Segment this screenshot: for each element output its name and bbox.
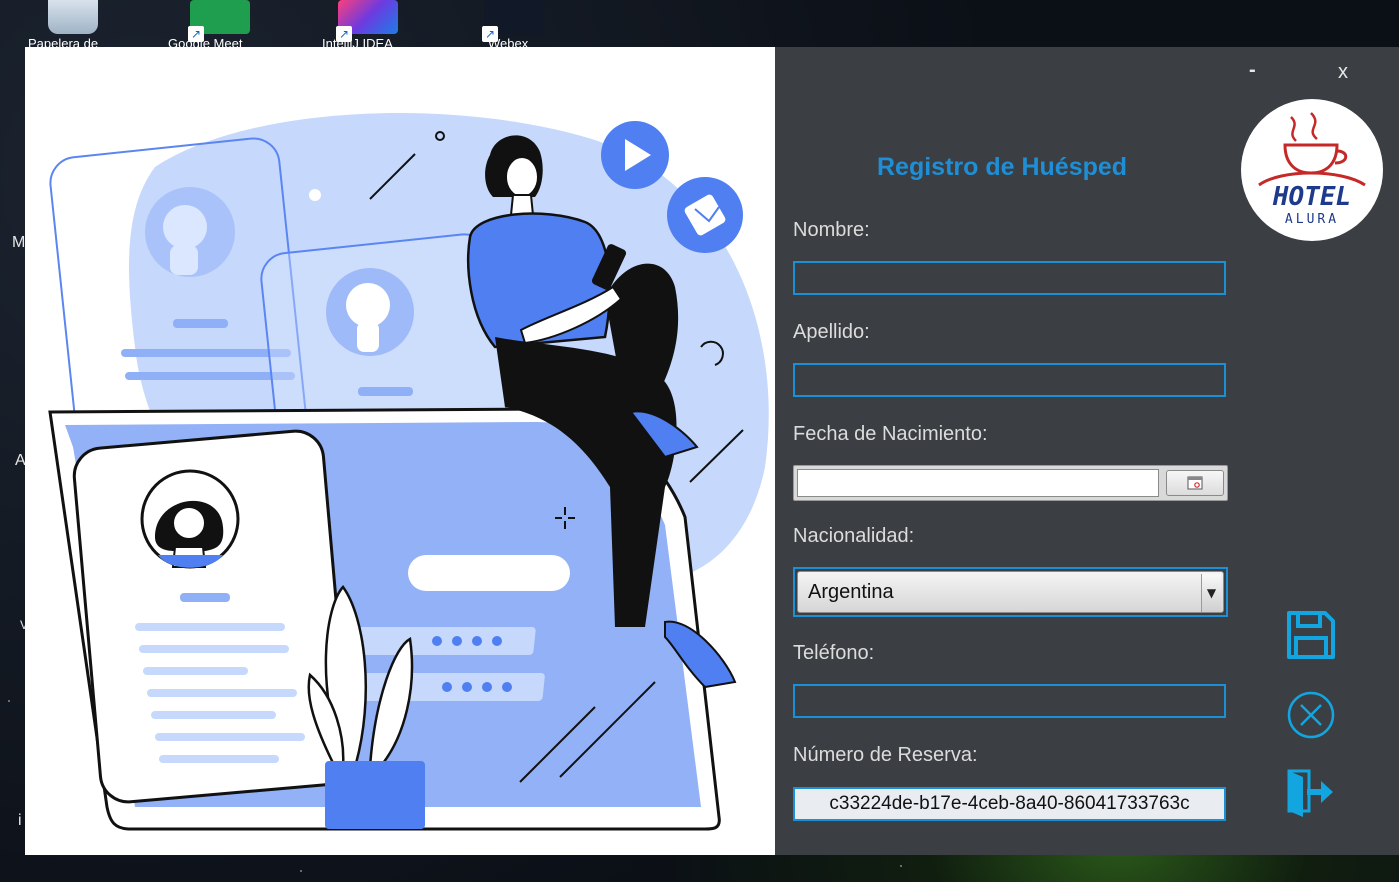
intellij-icon[interactable]: ↗ (336, 0, 398, 42)
nacionalidad-label: Nacionalidad: (793, 525, 915, 547)
cancel-button[interactable] (1286, 690, 1336, 744)
desktop-edge-label: i (18, 812, 22, 829)
fecha-nacimiento-label: Fecha de Nacimiento: (793, 423, 988, 445)
fecha-nacimiento-picker (793, 465, 1228, 501)
nombre-label: Nombre: (793, 219, 870, 241)
logo-subtext: ALURA (1285, 212, 1339, 227)
calendar-button[interactable] (1166, 470, 1224, 496)
desktop-edge-label: M (12, 234, 26, 251)
numero-reserva-field[interactable]: c33224de-b17e-4ceb-8a40-86041733763c (793, 787, 1226, 821)
google-meet-icon[interactable]: ↗ (188, 0, 250, 42)
logo-text: HOTEL (1272, 182, 1351, 212)
form-panel: - x HOTEL ALURA Registro de Huésped Nomb… (775, 47, 1399, 855)
nombre-input[interactable] (793, 261, 1226, 295)
minimize-button[interactable]: - (1249, 59, 1256, 82)
cancel-icon (1287, 691, 1335, 739)
close-window-button[interactable]: x (1338, 61, 1348, 84)
apellido-input[interactable] (793, 363, 1226, 397)
exit-button[interactable] (1285, 767, 1337, 823)
registration-illustration (48, 113, 769, 831)
registro-huesped-window: - x HOTEL ALURA Registro de Huésped Nomb… (25, 47, 1399, 855)
dropdown-arrow-icon[interactable]: ▼ (1201, 574, 1221, 612)
telefono-input[interactable] (793, 684, 1226, 718)
nacionalidad-value: Argentina (808, 581, 894, 603)
webex-icon[interactable]: ↗ (482, 0, 544, 42)
numero-reserva-label: Número de Reserva: (793, 744, 978, 766)
fecha-nacimiento-input[interactable] (797, 469, 1159, 497)
save-button[interactable] (1285, 609, 1337, 665)
calendar-icon (1187, 476, 1203, 490)
hotel-alura-logo: HOTEL ALURA (1241, 99, 1383, 241)
coffee-cup-icon: HOTEL ALURA (1258, 112, 1366, 227)
illustration-panel (25, 47, 775, 855)
save-icon (1287, 611, 1335, 659)
recycle-bin-icon[interactable] (48, 0, 98, 34)
telefono-label: Teléfono: (793, 642, 875, 664)
exit-door-icon (1287, 769, 1333, 817)
nacionalidad-select[interactable]: Argentina ▼ (793, 567, 1228, 617)
apellido-label: Apellido: (793, 321, 870, 343)
form-title: Registro de Huésped (877, 153, 1128, 181)
